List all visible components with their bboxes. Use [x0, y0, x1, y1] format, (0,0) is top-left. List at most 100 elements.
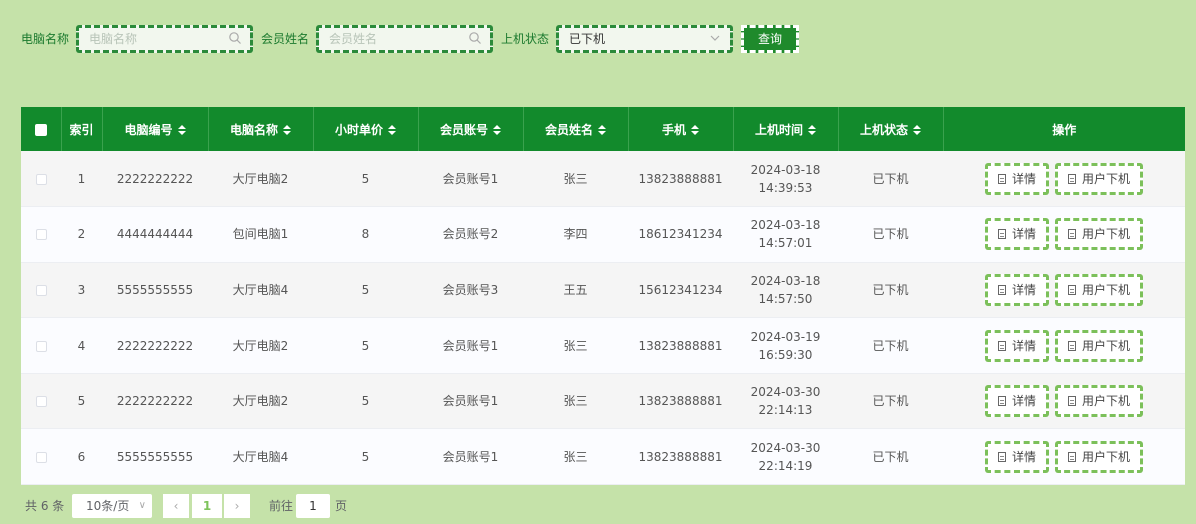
- table-header: 索引 电脑编号 电脑名称 小时单价 会员账号 会员姓名 手机 上机时间 上机状态…: [21, 107, 1185, 151]
- row-select-cell[interactable]: [21, 317, 61, 374]
- document-icon: [1068, 340, 1076, 351]
- table-row: 3 5555555555 大厅电脑4 5 会员账号3 王五 15612341234 2024-…: [21, 262, 1185, 319]
- cell-index: 6: [61, 428, 102, 486]
- row-select-cell[interactable]: [21, 373, 61, 430]
- user-logout-button[interactable]: 用户下机: [1055, 273, 1144, 306]
- user-logout-button-label: 用户下机: [1082, 338, 1131, 353]
- user-logout-button[interactable]: 用户下机: [1055, 162, 1144, 195]
- pc-name-field[interactable]: [76, 25, 253, 53]
- col-ops: 操作: [1052, 122, 1077, 137]
- user-logout-button-label: 用户下机: [1082, 227, 1131, 242]
- user-logout-button[interactable]: 用户下机: [1055, 440, 1144, 473]
- cell-index: 2: [61, 206, 102, 263]
- col-hourly[interactable]: 小时单价: [313, 107, 419, 151]
- row-select-cell[interactable]: [21, 262, 61, 319]
- cell-index: 3: [61, 262, 102, 319]
- detail-button[interactable]: 详情: [984, 218, 1049, 251]
- detail-button-label: 详情: [1011, 282, 1036, 297]
- sort-icon[interactable]: [598, 125, 606, 135]
- row-checkbox[interactable]: [35, 173, 47, 185]
- sort-icon[interactable]: [177, 125, 186, 135]
- row-checkbox[interactable]: [35, 229, 47, 241]
- member-name-input[interactable]: [329, 28, 469, 50]
- member-name-field[interactable]: [316, 25, 493, 53]
- select-all-cell[interactable]: [21, 107, 62, 151]
- col-phone[interactable]: 手机: [628, 107, 734, 151]
- detail-button[interactable]: 详情: [984, 385, 1049, 418]
- user-logout-button[interactable]: 用户下机: [1055, 218, 1144, 251]
- cell-phone: 13823888881: [628, 373, 733, 430]
- page-number-current[interactable]: 1: [192, 494, 222, 518]
- col-status[interactable]: 上机状态: [838, 107, 944, 151]
- col-account[interactable]: 会员账号: [418, 107, 524, 151]
- cell-time: 2024-03-19 16:59:30: [733, 317, 838, 374]
- cell-account: 会员账号3: [418, 262, 523, 319]
- table-row: 6 5555555555 大厅电脑4 5 会员账号1 张三 13823888881 2024-…: [21, 428, 1185, 486]
- row-checkbox[interactable]: [35, 396, 47, 408]
- total-count: 共 6 条: [25, 499, 65, 513]
- cell-pc-name: 大厅电脑2: [208, 317, 313, 374]
- cell-member: 张三: [523, 151, 628, 208]
- user-logout-button-label: 用户下机: [1082, 282, 1131, 297]
- row-select-cell[interactable]: [21, 206, 61, 263]
- row-checkbox[interactable]: [35, 451, 47, 463]
- document-icon: [1068, 451, 1076, 462]
- table-row: 2 4444444444 包间电脑1 8 会员账号2 李四 18612341234 2024-…: [21, 206, 1185, 263]
- row-checkbox[interactable]: [35, 284, 47, 296]
- next-page-button[interactable]: ›: [224, 494, 250, 518]
- status-select[interactable]: 已下机: [556, 25, 733, 53]
- cell-account: 会员账号1: [418, 428, 523, 486]
- goto-page-input[interactable]: [296, 494, 330, 518]
- cell-time: 2024-03-18 14:57:50: [733, 262, 838, 319]
- sort-icon[interactable]: [913, 125, 921, 135]
- user-logout-button[interactable]: 用户下机: [1055, 385, 1144, 418]
- detail-button[interactable]: 详情: [984, 162, 1049, 195]
- query-button[interactable]: 查询: [741, 25, 799, 53]
- cell-member: 王五: [523, 262, 628, 319]
- row-actions: 详情 用户下机: [943, 317, 1185, 374]
- cell-member: 张三: [523, 317, 628, 374]
- detail-button-label: 详情: [1011, 449, 1036, 464]
- sort-icon[interactable]: [691, 125, 699, 135]
- user-logout-button[interactable]: 用户下机: [1055, 329, 1144, 362]
- detail-button[interactable]: 详情: [984, 329, 1049, 362]
- table-body: 1 2222222222 大厅电脑2 5 会员账号1 张三 13823888881 2024-…: [21, 151, 1185, 486]
- sort-icon[interactable]: [388, 125, 396, 135]
- sort-icon[interactable]: [283, 125, 291, 135]
- prev-page-button[interactable]: ‹: [163, 494, 189, 518]
- document-icon: [1068, 229, 1076, 240]
- col-time[interactable]: 上机时间: [733, 107, 839, 151]
- row-select-cell[interactable]: [21, 428, 61, 486]
- cell-pc-name: 大厅电脑2: [208, 151, 313, 208]
- document-icon: [1068, 284, 1076, 295]
- detail-button[interactable]: 详情: [984, 273, 1049, 306]
- search-icon: [229, 32, 241, 44]
- sort-icon[interactable]: [808, 125, 816, 135]
- row-actions: 详情 用户下机: [943, 206, 1185, 263]
- table-row: 5 2222222222 大厅电脑2 5 会员账号1 张三 13823888881 2024-…: [21, 373, 1185, 430]
- row-select-cell[interactable]: [21, 151, 61, 208]
- pc-name-input[interactable]: [89, 28, 229, 50]
- user-logout-button-label: 用户下机: [1082, 449, 1131, 464]
- page-suffix: 页: [335, 499, 348, 513]
- status-select-value: 已下机: [569, 32, 606, 46]
- user-logout-button-label: 用户下机: [1082, 394, 1131, 409]
- cell-member: 张三: [523, 373, 628, 430]
- col-pc-no[interactable]: 电脑编号: [102, 107, 209, 151]
- col-member[interactable]: 会员姓名: [523, 107, 629, 151]
- col-pc-name[interactable]: 电脑名称: [208, 107, 314, 151]
- cell-status: 已下机: [838, 428, 943, 486]
- page-size-select[interactable]: 10条/页 ∨: [72, 494, 152, 518]
- pagination: 共 6 条 10条/页 ∨ ‹ 1 › 前往 页: [21, 494, 1185, 518]
- cell-status: 已下机: [838, 206, 943, 263]
- table-row: 4 2222222222 大厅电脑2 5 会员账号1 张三 13823888881 2024-…: [21, 317, 1185, 374]
- row-checkbox[interactable]: [35, 340, 47, 352]
- chevron-down-icon: [710, 35, 720, 41]
- cell-pc-name: 大厅电脑2: [208, 373, 313, 430]
- detail-button[interactable]: 详情: [984, 440, 1049, 473]
- cell-member: 张三: [523, 428, 628, 486]
- sort-icon[interactable]: [493, 125, 501, 135]
- cell-pc-name: 包间电脑1: [208, 206, 313, 263]
- select-all-checkbox[interactable]: [34, 123, 47, 136]
- chevron-down-icon: ∨: [138, 500, 146, 511]
